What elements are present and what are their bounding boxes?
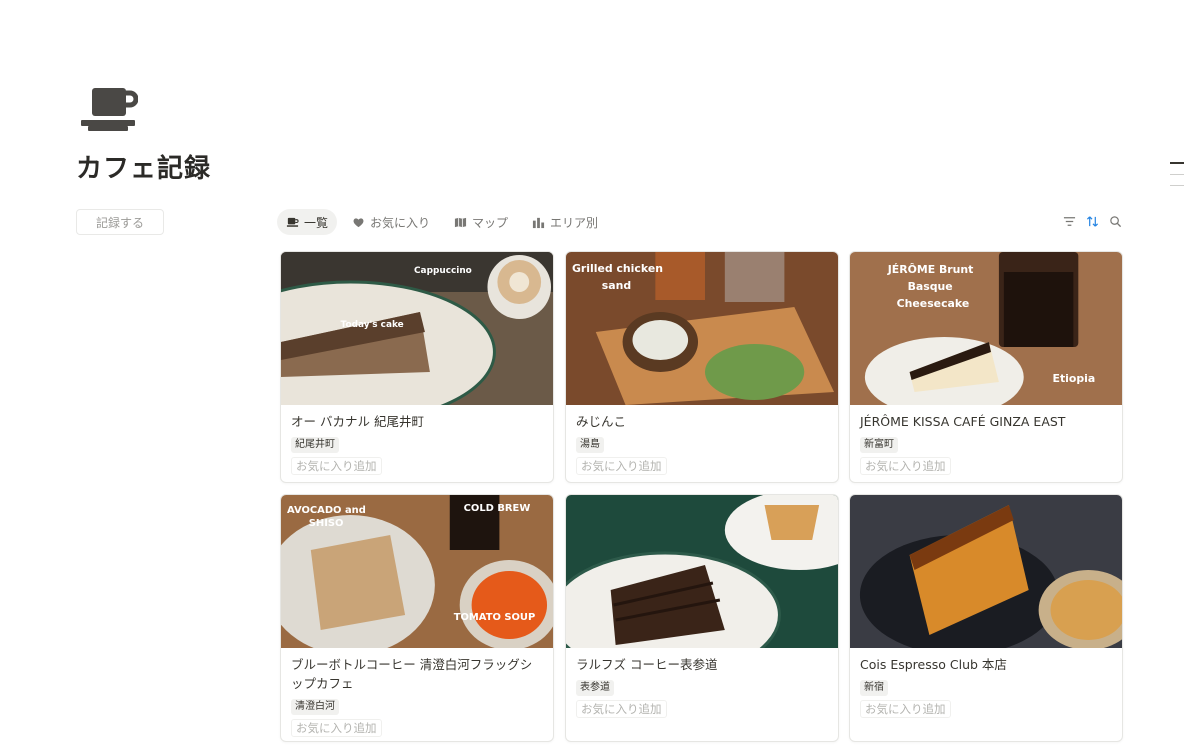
gallery-card[interactable]: Cappuccino Today's cake オー バカナル 紀尾井町 紀尾井…	[280, 251, 554, 483]
cafe-photo: AVOCADO and SHISO COLD BREW TOMATO SOUP	[281, 495, 553, 648]
add-favorite-button[interactable]: お気に入り追加	[291, 719, 382, 737]
cafe-photo: Cappuccino Today's cake	[281, 252, 553, 405]
add-favorite-button[interactable]: お気に入り追加	[291, 457, 382, 475]
card-title: オー バカナル 紀尾井町	[291, 414, 424, 429]
tab-label: マップ	[472, 215, 509, 230]
area-tag: 清澄白河	[291, 699, 339, 715]
map-icon	[454, 217, 467, 227]
tab-favorites[interactable]: お気に入り	[343, 209, 439, 235]
coffee-cup-icon	[286, 217, 299, 227]
photo-annotation: sand	[602, 279, 631, 292]
heart-icon	[353, 217, 364, 227]
cafe-photo	[850, 495, 1122, 648]
add-favorite-button[interactable]: お気に入り追加	[860, 700, 951, 718]
photo-annotation: SHISO	[309, 518, 344, 529]
cafe-photo: Grilled chicken sand	[566, 252, 838, 405]
view-toolbar	[1063, 215, 1122, 228]
tab-list[interactable]: 一覧	[277, 209, 338, 235]
area-tag: 新富町	[860, 437, 898, 453]
area-tag: 紀尾井町	[291, 437, 339, 453]
search-icon[interactable]	[1109, 215, 1122, 228]
gallery-card[interactable]: JÉRÔME Brunt Basque Cheesecake Etiopia J…	[849, 251, 1123, 483]
view-tabs: 一覧 お気に入り マップ エリア別	[277, 209, 607, 235]
gallery-card[interactable]: Cois Espresso Club 本店 新宿 お気に入り追加	[849, 494, 1123, 742]
add-favorite-button[interactable]: お気に入り追加	[576, 700, 667, 718]
cafe-photo: JÉRÔME Brunt Basque Cheesecake Etiopia	[850, 252, 1122, 405]
tab-label: お気に入り	[370, 215, 431, 230]
add-favorite-button[interactable]: お気に入り追加	[860, 457, 951, 475]
card-title: JÉRÔME KISSA CAFÉ GINZA EAST	[860, 414, 1066, 429]
card-title: みじんこ	[576, 414, 627, 429]
card-title: ブルーボトルコーヒー 清澄白河フラッグシップカフェ	[291, 657, 533, 691]
bar-chart-icon	[532, 217, 545, 228]
tab-area[interactable]: エリア別	[523, 209, 607, 235]
photo-annotation: AVOCADO and	[287, 505, 366, 516]
photo-annotation: Grilled chicken	[572, 262, 663, 275]
photo-annotation: Basque	[908, 280, 953, 293]
photo-annotation: TOMATO SOUP	[454, 612, 536, 623]
tab-label: エリア別	[550, 215, 599, 230]
tab-label: 一覧	[304, 215, 329, 230]
area-tag: 湯島	[576, 437, 604, 453]
page-title: カフェ記録	[76, 154, 212, 184]
cafe-photo	[566, 495, 838, 648]
tab-map[interactable]: マップ	[445, 209, 517, 235]
gallery-card[interactable]: Grilled chicken sand みじんこ 湯島 お気に入り追加	[565, 251, 839, 483]
area-tag: 表参道	[576, 680, 614, 696]
photo-annotation: Cheesecake	[897, 297, 970, 310]
card-title: ラルフズ コーヒー表参道	[576, 657, 718, 672]
photo-annotation: Etiopia	[1053, 372, 1096, 385]
gallery-card[interactable]: ラルフズ コーヒー表参道 表参道 お気に入り追加	[565, 494, 839, 742]
card-title: Cois Espresso Club 本店	[860, 657, 1007, 672]
gallery-card[interactable]: AVOCADO and SHISO COLD BREW TOMATO SOUP …	[280, 494, 554, 742]
coffee-cup-icon	[78, 84, 139, 134]
photo-annotation: COLD BREW	[464, 503, 531, 514]
filter-icon[interactable]	[1063, 215, 1076, 228]
photo-annotation: Today's cake	[341, 320, 404, 330]
photo-annotation: Cappuccino	[414, 266, 472, 276]
table-of-contents[interactable]	[1170, 162, 1184, 196]
photo-annotation: JÉRÔME Brunt	[887, 263, 974, 276]
record-button[interactable]: 記録する	[76, 209, 164, 235]
add-favorite-button[interactable]: お気に入り追加	[576, 457, 667, 475]
sort-icon[interactable]	[1086, 215, 1099, 228]
area-tag: 新宿	[860, 680, 888, 696]
